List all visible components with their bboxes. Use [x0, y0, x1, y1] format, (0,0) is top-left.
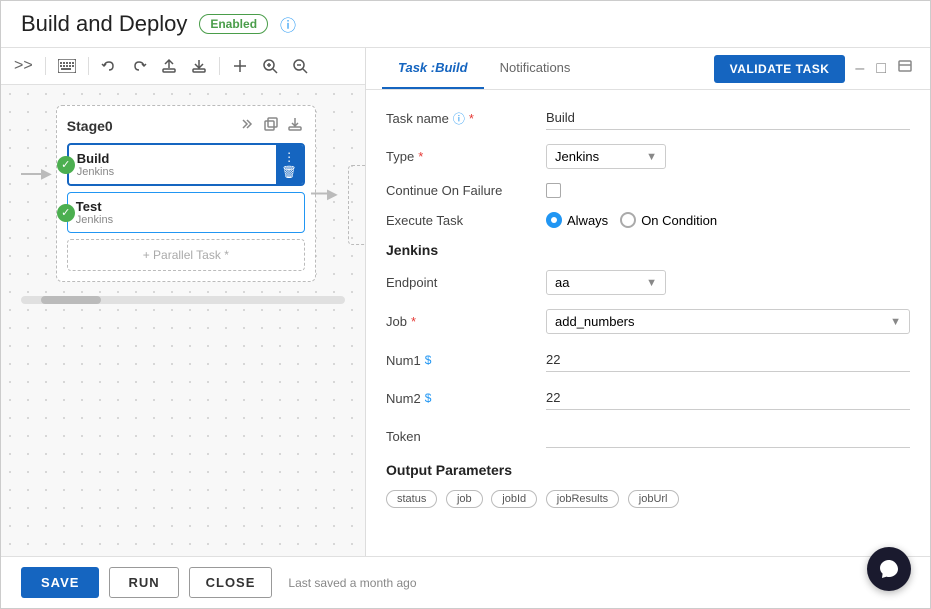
toolbar-divider2 — [88, 57, 89, 75]
execute-always-option[interactable]: Always — [546, 212, 608, 228]
tag-joburl: jobUrl — [628, 490, 679, 508]
endpoint-select[interactable]: aa ▼ — [546, 270, 666, 295]
download-button[interactable] — [186, 55, 212, 77]
tab-bar: Task :Build Notifications VALIDATE TASK … — [366, 48, 930, 90]
tab-task[interactable]: Task :Build — [382, 48, 484, 89]
minimize-button[interactable]: – — [853, 60, 866, 78]
chat-fab-button[interactable] — [867, 547, 911, 591]
restore-button[interactable]: □ — [874, 60, 888, 78]
expand-button[interactable]: >> — [9, 54, 38, 78]
tag-job: job — [446, 490, 483, 508]
execute-on-condition-option[interactable]: On Condition — [620, 212, 717, 228]
endpoint-chevron-icon: ▼ — [646, 277, 657, 289]
jenkins-section-title: Jenkins — [386, 242, 910, 258]
canvas-area[interactable]: ▶ Stage0 — [1, 85, 365, 556]
num1-input[interactable] — [546, 348, 910, 372]
save-button[interactable]: SAVE — [21, 567, 99, 598]
close-button[interactable]: CLOSE — [189, 567, 273, 598]
parallel-task-btn[interactable]: + Parallel Task * — [67, 239, 305, 271]
add-button[interactable] — [227, 55, 253, 77]
undo-button[interactable] — [96, 55, 122, 77]
token-input[interactable] — [546, 424, 910, 448]
num1-dollar-icon[interactable]: $ — [425, 353, 432, 367]
task-name-input[interactable] — [546, 106, 910, 130]
stage-copy-btn[interactable] — [261, 116, 281, 135]
tag-jobresults: jobResults — [546, 490, 619, 508]
execute-always-radio[interactable] — [546, 212, 562, 228]
canvas-scrollbar[interactable] — [21, 296, 345, 304]
info-icon[interactable]: ⓘ — [280, 12, 296, 36]
form-area: Task name ⓘ * Type * Jenkins ▼ — [366, 90, 930, 556]
type-select[interactable]: Jenkins ▼ — [546, 144, 666, 169]
run-button[interactable]: RUN — [109, 567, 178, 598]
type-chevron-icon: ▼ — [646, 151, 657, 163]
job-chevron-icon: ▼ — [890, 316, 901, 328]
task-build-menu-btn[interactable]: ⋮ — [282, 151, 297, 163]
continue-on-failure-checkbox[interactable] — [546, 183, 561, 198]
task-test-type: Jenkins — [76, 214, 296, 226]
toolbar-divider — [45, 57, 46, 75]
stage-title: Stage0 — [67, 116, 305, 135]
add-stage-box[interactable]: + Stage — [348, 165, 365, 245]
keyboard-icon[interactable] — [53, 56, 81, 76]
tag-status: status — [386, 490, 437, 508]
zoom-in-button[interactable] — [257, 55, 283, 77]
toolbar-divider3 — [219, 57, 220, 75]
redo-button[interactable] — [126, 55, 152, 77]
execute-task-radio-group: Always On Condition — [546, 212, 717, 228]
task-test-name: Test — [76, 199, 296, 214]
task-build-type: Jenkins — [77, 166, 268, 178]
task-name-info-icon[interactable]: ⓘ — [453, 110, 465, 127]
task-test[interactable]: ✓ Test Jenkins — [67, 192, 305, 233]
page-title: Build and Deploy — [21, 11, 187, 37]
upload-button[interactable] — [156, 55, 182, 77]
task-build-delete-btn[interactable]: 🗑 — [282, 166, 297, 178]
panel-close-button[interactable] — [896, 59, 914, 78]
output-params-title: Output Parameters — [386, 462, 910, 478]
stage-delete-btn[interactable] — [237, 116, 257, 135]
tag-jobid: jobId — [491, 490, 537, 508]
output-tags: status job jobId jobResults jobUrl — [386, 490, 910, 512]
stage-box: Stage0 — [56, 105, 316, 282]
job-select[interactable]: add_numbers ▼ — [546, 309, 910, 334]
execute-on-condition-radio[interactable] — [620, 212, 636, 228]
enabled-badge: Enabled — [199, 14, 268, 34]
zoom-out-button[interactable] — [287, 55, 313, 77]
validate-task-button[interactable]: VALIDATE TASK — [714, 55, 846, 83]
task-build[interactable]: ✓ Build Jenkins ⋮ — [67, 143, 305, 186]
last-saved-text: Last saved a month ago — [288, 576, 416, 590]
num2-input[interactable] — [546, 386, 910, 410]
stage-download-btn[interactable] — [285, 116, 305, 135]
tab-notifications[interactable]: Notifications — [484, 48, 587, 89]
num2-dollar-icon[interactable]: $ — [425, 391, 432, 405]
task-build-name: Build — [77, 151, 268, 166]
